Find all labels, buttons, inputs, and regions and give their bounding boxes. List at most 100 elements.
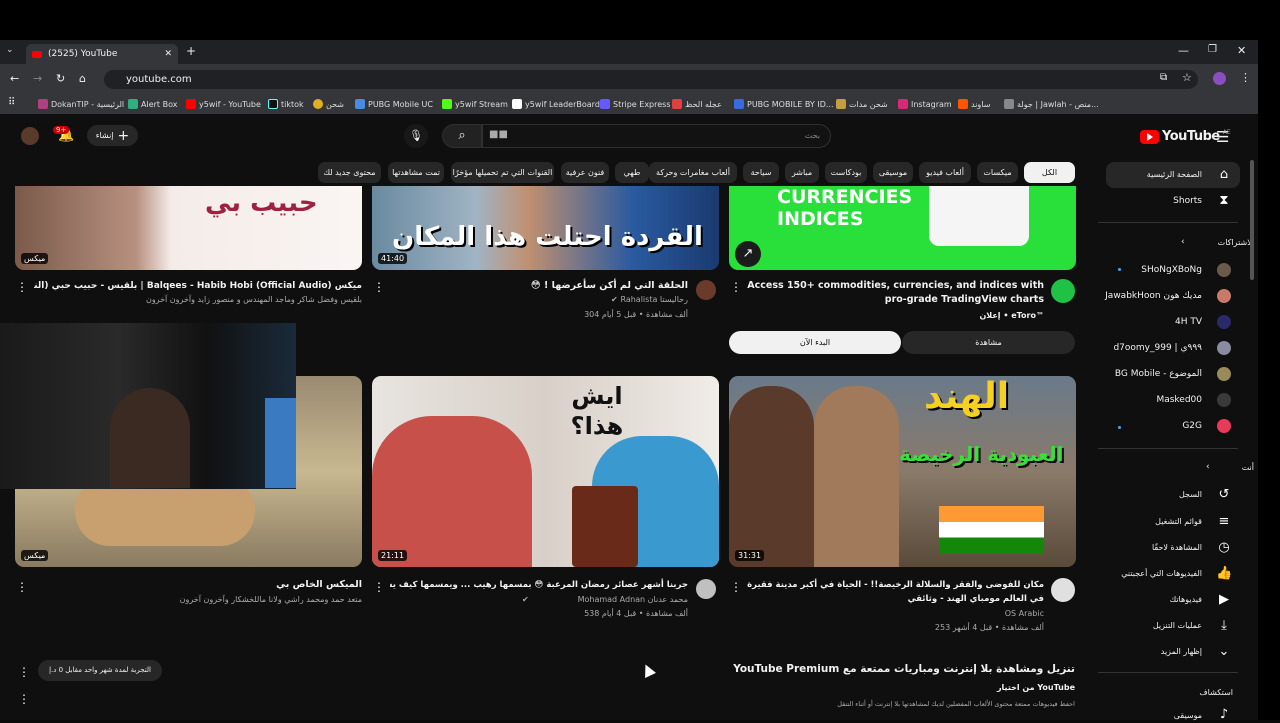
watch-ad-button[interactable]: مشاهدة: [902, 331, 1075, 354]
advertiser-name[interactable]: eToro™: [1011, 311, 1044, 320]
sidebar-subscription[interactable]: Masked00: [1156, 395, 1202, 405]
sidebar-item-watch-later[interactable]: المشاهدة لاحقًا: [1152, 543, 1202, 552]
chip[interactable]: بودكاست: [825, 162, 867, 183]
sidebar-item-playlists[interactable]: قوائم التشغيل: [1155, 517, 1202, 526]
bookmark-item[interactable]: شحن مدات: [836, 97, 888, 111]
chip[interactable]: محتوى جديد لك: [318, 162, 381, 183]
video-thumbnail[interactable]: القردة احتلت هذا المكان 41:40: [372, 186, 719, 270]
channel-avatar[interactable]: [1051, 578, 1075, 602]
chip[interactable]: ميكسات: [977, 162, 1018, 183]
sidebar-item-your-videos[interactable]: فيديوهاتك: [1170, 595, 1202, 604]
sidebar-subscription[interactable]: SHoNgXBoNg: [1141, 265, 1202, 275]
minimize-button[interactable]: —: [1178, 44, 1189, 57]
video-thumbnail[interactable]: الهند العبودية الرخيصة 31:31: [729, 376, 1076, 567]
sidebar-subscription[interactable]: BG Mobile - الموضوع: [1115, 369, 1202, 379]
tab-list-button[interactable]: ⌄: [6, 45, 14, 55]
profile-avatar[interactable]: [1213, 72, 1226, 85]
sidebar-item-downloads[interactable]: عمليات التنزيل: [1153, 621, 1202, 630]
bookmark-item[interactable]: ساوند: [958, 97, 990, 111]
bookmark-item[interactable]: PUBG Mobile UC: [355, 97, 433, 111]
bookmark-item[interactable]: عجله الحظ: [672, 97, 722, 111]
sidebar-subscription[interactable]: G2G: [1182, 421, 1202, 431]
more-options-icon[interactable]: ⋮: [730, 580, 742, 594]
restore-button[interactable]: ❐: [1208, 44, 1217, 55]
browser-menu-icon[interactable]: ⋮: [1240, 71, 1251, 84]
chip[interactable]: القنوات التي تم تحميلها مؤخرًا: [451, 162, 554, 183]
video-channel[interactable]: OS Arabic: [1005, 609, 1044, 618]
new-tab-button[interactable]: +: [186, 44, 196, 58]
reload-icon[interactable]: ↻: [56, 72, 65, 85]
bookmark-item[interactable]: جولة | Jawlah - منص...: [1004, 97, 1099, 111]
search-box[interactable]: بحث ■■: [482, 124, 831, 148]
more-options-icon[interactable]: ⋮: [16, 580, 28, 594]
chip[interactable]: تمت مشاهدتها: [388, 162, 444, 183]
sidebar-item-history[interactable]: السجل: [1179, 490, 1202, 499]
forward-icon[interactable]: →: [33, 72, 42, 85]
close-tab-icon[interactable]: ✕: [164, 49, 172, 59]
shorts-icon[interactable]: ⧗: [1216, 193, 1232, 209]
video-channel[interactable]: بلقيس وفضل شاكر وماجد المهندس و منصور زا…: [146, 295, 362, 304]
account-avatar[interactable]: [21, 127, 39, 145]
subscriptions-title[interactable]: الاشتراكات: [1218, 238, 1254, 247]
channel-avatar[interactable]: [696, 579, 716, 599]
bookmark-item[interactable]: Alert Box: [128, 97, 177, 111]
page-scrollbar[interactable]: [1250, 160, 1254, 280]
chip[interactable]: طهي: [615, 162, 649, 183]
more-options-icon[interactable]: ⋮: [373, 280, 385, 294]
address-bar[interactable]: youtube.com: [104, 70, 1198, 89]
install-icon[interactable]: ⧉: [1160, 72, 1167, 83]
more-options-icon[interactable]: ⋮: [18, 665, 30, 679]
bookmark-item[interactable]: tiktok: [268, 97, 304, 111]
bookmark-item[interactable]: y5wif - YouTube: [186, 97, 261, 111]
start-now-button[interactable]: البدء الآن: [729, 331, 901, 354]
video-channel[interactable]: Rahalista رحالیستا: [620, 295, 688, 304]
video-title[interactable]: مكان للفوضى والفقر والسلالة الرخيصة!! - …: [744, 578, 1044, 606]
sidebar-subscription[interactable]: d7oomy_999 | ٩٩٩ي: [1113, 343, 1202, 353]
bookmark-item[interactable]: PUBG MOBILE BY ID...: [734, 97, 834, 111]
sidebar-item-liked[interactable]: الفيديوهات التي أعجبتني: [1121, 569, 1202, 578]
more-options-icon[interactable]: ⋮: [16, 280, 28, 294]
more-options-icon[interactable]: ⋮: [18, 692, 30, 706]
premium-trial-button[interactable]: التجربة لمدة شهر واحد مقابل 0 د.إ: [38, 660, 162, 681]
chip[interactable]: ألعاب فيديو: [919, 162, 971, 183]
bookmark-item[interactable]: DokanTIP - الرئيسية: [38, 97, 124, 111]
apps-icon[interactable]: ⠿: [8, 97, 15, 108]
chip[interactable]: سياحة: [743, 162, 779, 183]
chip[interactable]: فنون عرفية: [561, 162, 609, 183]
video-channel[interactable]: متعد حمد ومحمد راشي ولانا ماللخشكار وآخر…: [180, 595, 362, 604]
close-window-button[interactable]: ✕: [1237, 44, 1246, 57]
browser-tab[interactable]: (2525) YouTube ✕: [26, 44, 178, 64]
sidebar-subscription[interactable]: 4H TV: [1175, 317, 1202, 327]
sidebar-item-show-more[interactable]: إظهار المزيد: [1161, 647, 1202, 656]
bookmark-item[interactable]: Stripe Express: [600, 97, 671, 111]
ad-title[interactable]: Access 150+ commodities, currencies, and…: [744, 279, 1044, 307]
create-button[interactable]: إنشاء +: [87, 125, 138, 146]
sidebar-item-music[interactable]: موسيقى: [1174, 711, 1202, 720]
video-title[interactable]: ميكس Balqees - Habib Hobi (Official Audi…: [34, 279, 362, 293]
back-icon[interactable]: ←: [10, 72, 19, 85]
sidebar-item-shorts[interactable]: Shorts: [1173, 196, 1202, 206]
home-icon[interactable]: ⌂: [79, 72, 86, 85]
chip[interactable]: موسيقى: [873, 162, 913, 183]
chip-all[interactable]: الكل: [1024, 162, 1075, 183]
search-button[interactable]: ⌕: [442, 124, 482, 148]
video-title[interactable]: جربنا أشهر عصائر رمضان المرعبة 😳 بمسمها …: [390, 578, 688, 592]
video-title[interactable]: الميكس الخاص بي: [40, 578, 362, 592]
channel-avatar[interactable]: [696, 280, 716, 300]
youtube-logo[interactable]: YouTube AE: [1140, 129, 1231, 144]
ad-thumbnail[interactable]: CURRENCIES INDICES ↗: [729, 186, 1076, 270]
video-thumbnail[interactable]: حبيب بي ميكس: [15, 186, 362, 270]
bookmark-star-icon[interactable]: ☆: [1182, 71, 1192, 84]
sidebar-subscription[interactable]: JawabkHoon مدیك هون: [1105, 291, 1202, 301]
bookmark-item[interactable]: y5wif LeaderBoard: [512, 97, 600, 111]
chip[interactable]: ألعاب مغامرات وحركة: [649, 162, 737, 183]
bookmark-item[interactable]: y5wif Stream: [442, 97, 508, 111]
you-section-title[interactable]: أنت: [1242, 463, 1254, 472]
bookmark-item[interactable]: Instagram: [898, 97, 952, 111]
more-options-icon[interactable]: ⋮: [730, 280, 742, 294]
chip[interactable]: مباشر: [785, 162, 819, 183]
more-options-icon[interactable]: ⋮: [373, 580, 385, 594]
video-title[interactable]: الحلقة التي لم أكن سأعرضها ! 😳: [390, 279, 688, 293]
voice-search-button[interactable]: 🎙: [404, 124, 428, 148]
video-thumbnail[interactable]: ايش هذا؟ 21:11: [372, 376, 719, 567]
